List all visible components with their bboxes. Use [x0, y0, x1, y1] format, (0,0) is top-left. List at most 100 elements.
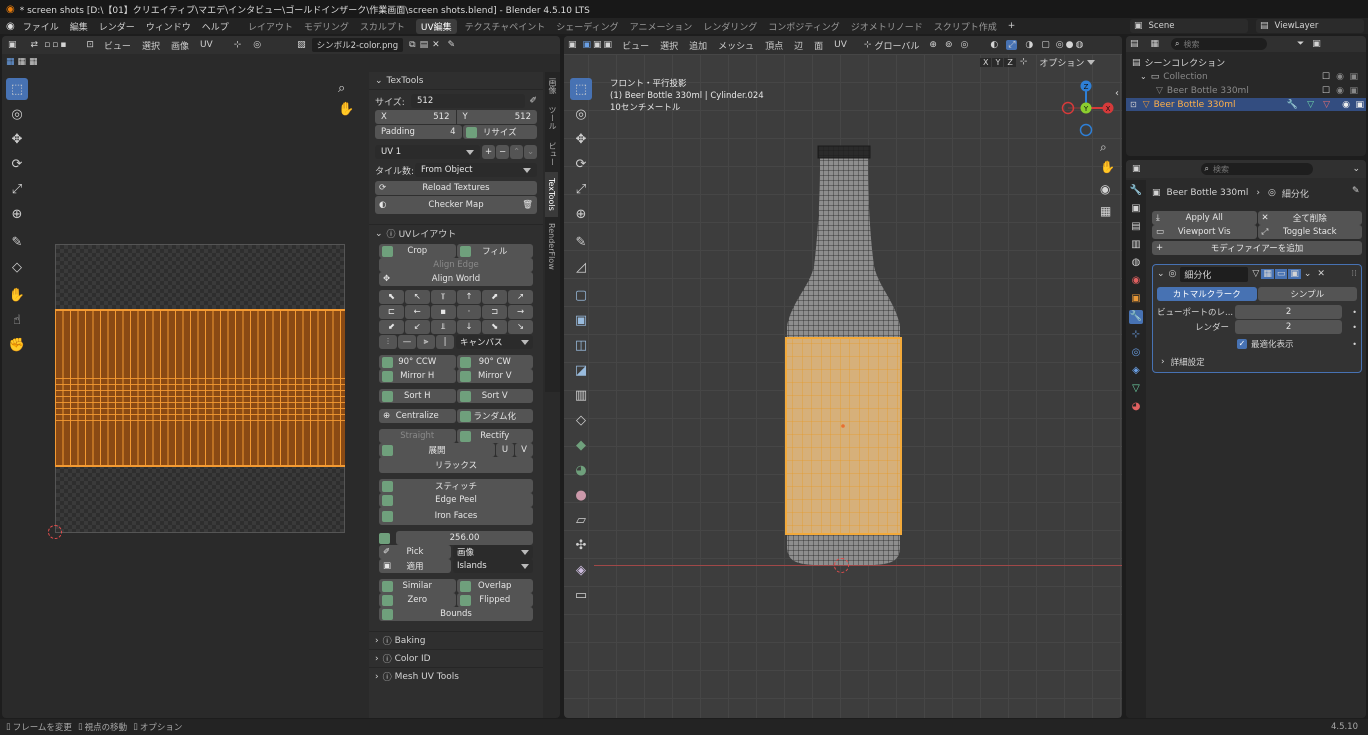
modifier-menu-chevron-icon[interactable]: ⌄: [1304, 269, 1312, 279]
menu-render[interactable]: レンダー: [99, 20, 135, 33]
viewport-zoom-icon[interactable]: ⌕: [1100, 140, 1107, 155]
new-collection-icon[interactable]: ▣: [1312, 39, 1321, 49]
advanced-subpanel[interactable]: › 詳細設定: [1161, 356, 1357, 368]
sort-h-button[interactable]: Sort H: [379, 389, 456, 403]
face-select-icon[interactable]: ▣: [604, 40, 613, 50]
add-uv-channel-button[interactable]: +: [482, 145, 495, 159]
uv-islands[interactable]: [55, 309, 345, 467]
tile-dropdown[interactable]: From Object: [415, 163, 537, 177]
options-dropdown[interactable]: オプション: [1039, 56, 1084, 69]
collapse-arrow-icon[interactable]: ⌄: [1157, 269, 1165, 279]
viewport-vis-button[interactable]: ▭ Viewport Vis: [1152, 225, 1257, 239]
size-y-field[interactable]: Y 512: [456, 110, 537, 124]
move-tool-icon[interactable]: ✥: [6, 128, 28, 150]
object-tab-icon[interactable]: ▣: [1129, 292, 1143, 306]
edge-select-icon[interactable]: ▣: [593, 40, 602, 50]
trash-icon[interactable]: 🗑: [522, 200, 533, 210]
toggle-stack-button[interactable]: ⤢ Toggle Stack: [1257, 225, 1362, 239]
textools-panel-header[interactable]: ⌄ TexTools: [369, 72, 543, 90]
sidebar-tab-view[interactable]: ビュー: [545, 136, 560, 172]
remove-modifier-icon[interactable]: ✕: [1317, 269, 1325, 279]
mirror-v-button[interactable]: Mirror V: [456, 369, 533, 383]
align-top-right-button[interactable]: ⬈: [482, 290, 508, 304]
rotate-tool-icon[interactable]: ⟳: [570, 153, 592, 175]
world-tab-icon[interactable]: ◉: [1129, 274, 1143, 288]
mirror-y-button[interactable]: Y: [992, 57, 1004, 67]
catmull-clark-tab[interactable]: カトマルクラーク: [1157, 287, 1257, 301]
tab-animation[interactable]: アニメーション: [630, 20, 693, 33]
outliner-collection[interactable]: ⌄ ▭ Collection ☐ ◉ ▣: [1140, 70, 1360, 83]
inset-tool-icon[interactable]: ◫: [570, 334, 592, 356]
shrink-fatten-tool-icon[interactable]: ✣: [570, 534, 592, 556]
modifier-tab-icon[interactable]: 🔧: [1129, 310, 1143, 324]
unfold-u-button[interactable]: U: [496, 443, 514, 457]
visibility-icon[interactable]: ◐: [990, 40, 998, 50]
tab-layout[interactable]: レイアウト: [248, 20, 293, 33]
cage-toggle-icon[interactable]: ▦: [1261, 269, 1274, 279]
constraints-tab-icon[interactable]: ◈: [1129, 364, 1143, 378]
pick-dropdown[interactable]: 画像: [453, 545, 533, 559]
shear-tool-icon[interactable]: ◈: [570, 559, 592, 581]
vp-menu-mesh[interactable]: メッシュ: [718, 39, 754, 52]
image-name-field[interactable]: シンボル2-color.png: [311, 38, 404, 52]
shading-wire-icon[interactable]: ◎: [1056, 40, 1064, 50]
size-dropdown[interactable]: 512: [411, 94, 526, 108]
vp-menu-vertex[interactable]: 頂点: [765, 39, 783, 52]
tab-geometry-nodes[interactable]: ジオメトリノード: [851, 20, 923, 33]
uv-edge-mode-icon[interactable]: ▦: [18, 57, 27, 67]
menu-help[interactable]: ヘルプ: [202, 20, 229, 33]
outliner-display-icon[interactable]: ▦: [1151, 39, 1160, 49]
proportional-edit-icon[interactable]: ◎: [960, 40, 968, 50]
bevel-tool-icon[interactable]: ◪: [570, 359, 592, 381]
material-tab-icon[interactable]: ◕: [1129, 400, 1143, 414]
image-browse-icon[interactable]: ▧: [297, 40, 306, 50]
align-down-button[interactable]: ↓: [456, 320, 482, 334]
visibility-eye-icon[interactable]: ◉: [1336, 86, 1344, 96]
add-modifier-button[interactable]: + モディファイアーを追加: [1152, 241, 1362, 255]
align-bottom-left-arrow-button[interactable]: ↙: [404, 320, 430, 334]
open-image-icon[interactable]: ▤: [420, 40, 429, 50]
align-h-center-button[interactable]: ⫶: [379, 335, 397, 349]
tab-scripting[interactable]: スクリプト作成: [934, 20, 997, 33]
vp-menu-view[interactable]: ビュー: [622, 39, 649, 52]
add-cube-tool-icon[interactable]: ▢: [570, 284, 592, 306]
snap-toggle-icon[interactable]: ⊚: [945, 40, 953, 50]
align-center-button[interactable]: ▪: [430, 305, 456, 319]
vp-menu-uv[interactable]: UV: [834, 40, 847, 50]
color-id-panel-header[interactable]: › ⓘ Color ID: [369, 649, 543, 667]
align-dot-button[interactable]: ·: [456, 305, 482, 319]
physics-tab-icon[interactable]: ◎: [1129, 346, 1143, 360]
rip-region-tool-icon[interactable]: ▭: [570, 584, 592, 606]
menu-file[interactable]: ファイル: [23, 20, 59, 33]
crop-button[interactable]: Crop: [379, 244, 456, 258]
iron-faces-button[interactable]: Iron Faces: [379, 507, 533, 525]
perspective-toggle-icon[interactable]: ▦: [1100, 204, 1111, 218]
vertex-select-icon[interactable]: ▣: [583, 40, 592, 50]
render-levels-field[interactable]: 2: [1235, 320, 1343, 334]
sidebar-tab-textools[interactable]: TexTools: [545, 172, 558, 217]
relax-button[interactable]: リラックス: [379, 457, 533, 473]
pan-icon[interactable]: ✋: [338, 102, 354, 117]
reload-textures-button[interactable]: ⟳ Reload Textures: [375, 181, 537, 195]
vp-menu-face[interactable]: 面: [814, 39, 823, 52]
new-image-icon[interactable]: ⧉: [409, 40, 415, 50]
sidebar-tab-renderflow[interactable]: RenderFlow: [545, 217, 558, 276]
keyframe-dot-icon[interactable]: •: [1352, 308, 1357, 317]
scene-selector[interactable]: ▣ Scene: [1130, 19, 1248, 33]
exclude-checkbox-icon[interactable]: ☐: [1322, 72, 1330, 82]
transform-tool-icon[interactable]: ⊕: [570, 203, 592, 225]
outliner-item-1[interactable]: ▽ Beer Bottle 330ml ☐ ◉ ▣: [1156, 84, 1360, 97]
sidebar-tab-image[interactable]: 画像: [545, 72, 560, 100]
tab-texture-paint[interactable]: テクスチャペイント: [465, 20, 546, 33]
visibility-eye-icon[interactable]: ◉: [1336, 72, 1344, 82]
align-h-line-button[interactable]: —: [398, 335, 416, 349]
extrude-tool-icon[interactable]: ▣: [570, 309, 592, 331]
cursor-tool-icon[interactable]: ◎: [570, 103, 592, 125]
smooth-tool-icon[interactable]: ●: [570, 484, 592, 506]
viewport-editor-type-icon[interactable]: ▣: [568, 40, 577, 50]
outliner-type-icon[interactable]: ▤: [1130, 39, 1139, 49]
uv-menu-view[interactable]: ビュー: [104, 39, 131, 52]
filter-icon[interactable]: ⏷: [1297, 39, 1304, 49]
apply-all-button[interactable]: ⤓ Apply All: [1152, 211, 1257, 225]
align-right-arrow-button[interactable]: →: [508, 305, 533, 319]
